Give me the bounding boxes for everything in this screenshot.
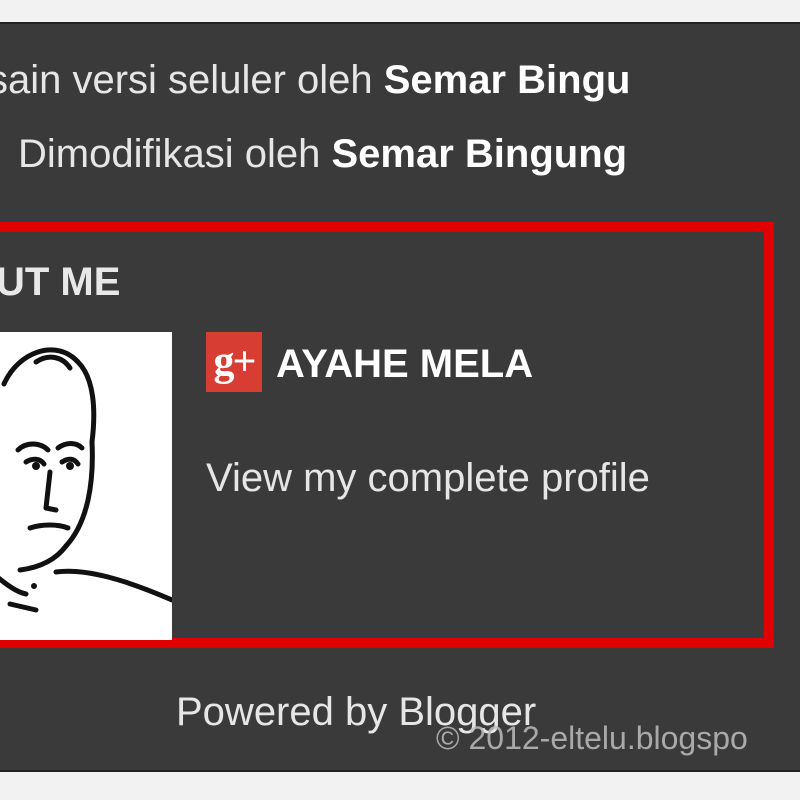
modified-credit-author[interactable]: Semar Bingung [331,132,627,176]
about-me-title: UT ME [0,260,121,304]
about-me-widget: UT ME g+ AYAHE MELA View my complete pro… [0,222,774,648]
modified-credit-line: Dimodifikasi oleh Semar Bingung [18,132,627,176]
modified-credit-text: Dimodifikasi oleh [18,132,332,176]
profile-name-link[interactable]: AYAHE MELA [276,340,533,388]
avatar-sketch [0,347,172,613]
google-plus-icon[interactable]: g+ [206,332,262,392]
watermark: © 2012-eltelu.blogspo [436,720,748,756]
design-credit-text: sain versi seluler oleh [0,58,384,102]
design-credit-line: sain versi seluler oleh Semar Bingu [0,58,630,102]
design-credit-author[interactable]: Semar Bingu [384,58,631,102]
avatar[interactable] [0,332,172,640]
view-profile-link[interactable]: View my complete profile [206,454,650,502]
blog-footer-panel: sain versi seluler oleh Semar Bingu Dimo… [0,22,800,772]
